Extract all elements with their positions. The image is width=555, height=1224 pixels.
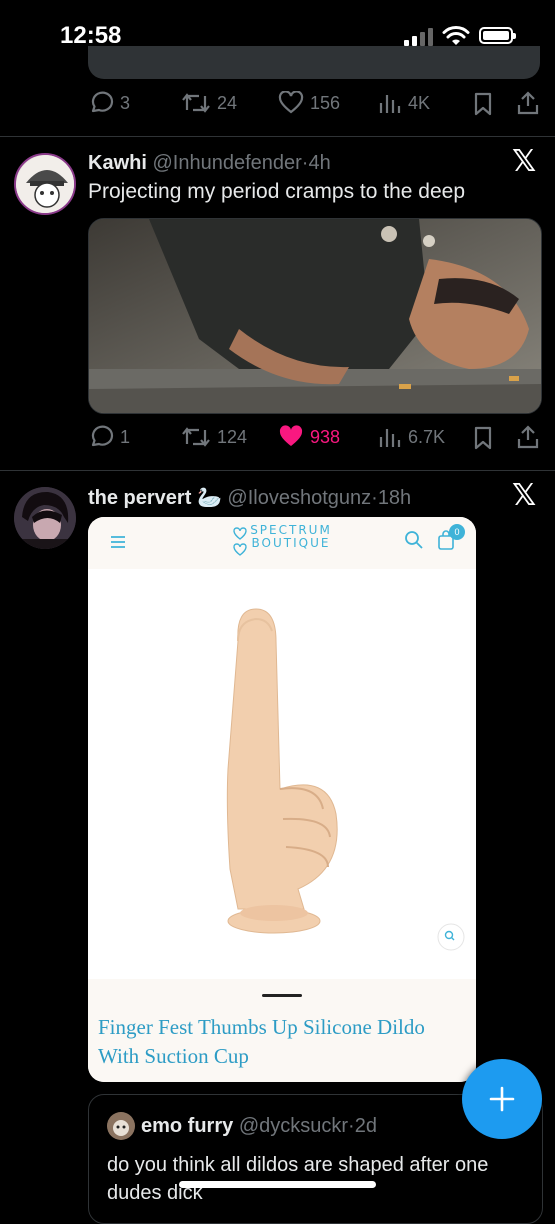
avatar[interactable] xyxy=(14,153,76,215)
views-count: 6.7K xyxy=(408,426,446,447)
avatar[interactable] xyxy=(14,487,76,549)
quoted-author-handle: @dycksuckr xyxy=(238,1115,349,1137)
x-logo-icon: 𝕏 xyxy=(512,145,537,178)
like-count: 938 xyxy=(310,426,341,447)
compose-button[interactable] xyxy=(462,1059,542,1139)
bookmark-icon[interactable] xyxy=(472,426,494,450)
share-icon[interactable] xyxy=(516,91,540,115)
tweet-image-content xyxy=(89,219,541,413)
like-button[interactable]: 156 xyxy=(278,91,340,115)
previous-tweet-actions: 3 24 156 4K xyxy=(88,91,543,121)
bookmark-icon[interactable] xyxy=(472,92,494,116)
retweet-icon xyxy=(182,427,210,447)
author-handle[interactable]: @Inhundefender xyxy=(152,152,301,174)
previous-tweet-media[interactable] xyxy=(88,46,540,79)
retweet-count: 124 xyxy=(217,426,248,447)
quoted-author-name: emo furry xyxy=(141,1115,234,1137)
tweet-header: Kawhi @Inhundefender·4h xyxy=(88,152,331,174)
like-count: 156 xyxy=(310,92,341,113)
like-button[interactable]: 938 xyxy=(278,425,340,449)
views-chart-icon xyxy=(379,429,401,447)
quoted-header: emo furry @dycksuckr·2d xyxy=(141,1115,377,1137)
product-image xyxy=(88,569,476,999)
heart-filled-icon xyxy=(279,425,303,446)
author-handle[interactable]: @Iloveshotgunz xyxy=(227,487,371,509)
quoted-avatar xyxy=(107,1112,135,1140)
quoted-tweet-text: do you think all dildos are shaped after… xyxy=(107,1154,489,1204)
heart-icon xyxy=(278,91,304,114)
shop-header: SPECTRUM BOUTIQUE 0 xyxy=(88,517,476,569)
divider xyxy=(0,470,555,471)
tweet-time[interactable]: 18h xyxy=(378,487,411,509)
author-name[interactable]: the pervert xyxy=(88,487,191,509)
author-name[interactable]: Kawhi xyxy=(88,152,147,174)
reply-icon xyxy=(91,425,114,447)
tweet-time[interactable]: 4h xyxy=(308,152,330,174)
search-icon xyxy=(405,531,423,549)
retweet-count: 24 xyxy=(217,92,238,113)
tweet-actions: 1 124 938 6.7K xyxy=(88,425,543,455)
retweet-icon xyxy=(182,93,210,113)
avatar-image xyxy=(16,155,74,213)
sheet-handle xyxy=(262,994,302,997)
avatar-image xyxy=(14,487,76,549)
reply-icon xyxy=(91,91,114,113)
tweet-text: Projecting my period cramps to the deep xyxy=(88,180,466,203)
cart-count-badge: 0 xyxy=(449,524,465,540)
divider xyxy=(0,136,555,137)
author-emoji: 🦢 xyxy=(196,487,222,509)
retweet-button[interactable]: 24 xyxy=(181,91,237,115)
share-icon[interactable] xyxy=(516,425,540,449)
views-count: 4K xyxy=(408,92,431,113)
wifi-icon xyxy=(442,26,470,45)
tweet-image[interactable] xyxy=(88,218,542,414)
reply-count: 3 xyxy=(120,92,131,113)
home-indicator[interactable] xyxy=(179,1181,376,1188)
tweet-image-screenshot[interactable]: SPECTRUM BOUTIQUE 0 Finger Fest Thumbs U… xyxy=(88,517,476,1082)
views-chart-icon xyxy=(379,95,401,113)
cellular-signal-icon xyxy=(404,28,433,46)
product-title: Finger Fest Thumbs Up Silicone Dildo Wit… xyxy=(98,1015,425,1068)
views-button[interactable]: 6.7K xyxy=(378,425,445,449)
plus-icon xyxy=(489,1086,515,1112)
quoted-tweet-time: 2d xyxy=(354,1115,377,1137)
views-button[interactable]: 4K xyxy=(378,91,430,115)
retweet-button[interactable]: 124 xyxy=(181,425,247,449)
tweet-header: the pervert 🦢 @Iloveshotgunz·18h xyxy=(88,487,412,509)
reply-button[interactable]: 3 xyxy=(88,91,130,115)
reply-count: 1 xyxy=(120,426,131,447)
battery-icon xyxy=(479,27,516,44)
x-logo-icon: 𝕏 xyxy=(512,479,537,512)
reply-button[interactable]: 1 xyxy=(88,425,130,449)
